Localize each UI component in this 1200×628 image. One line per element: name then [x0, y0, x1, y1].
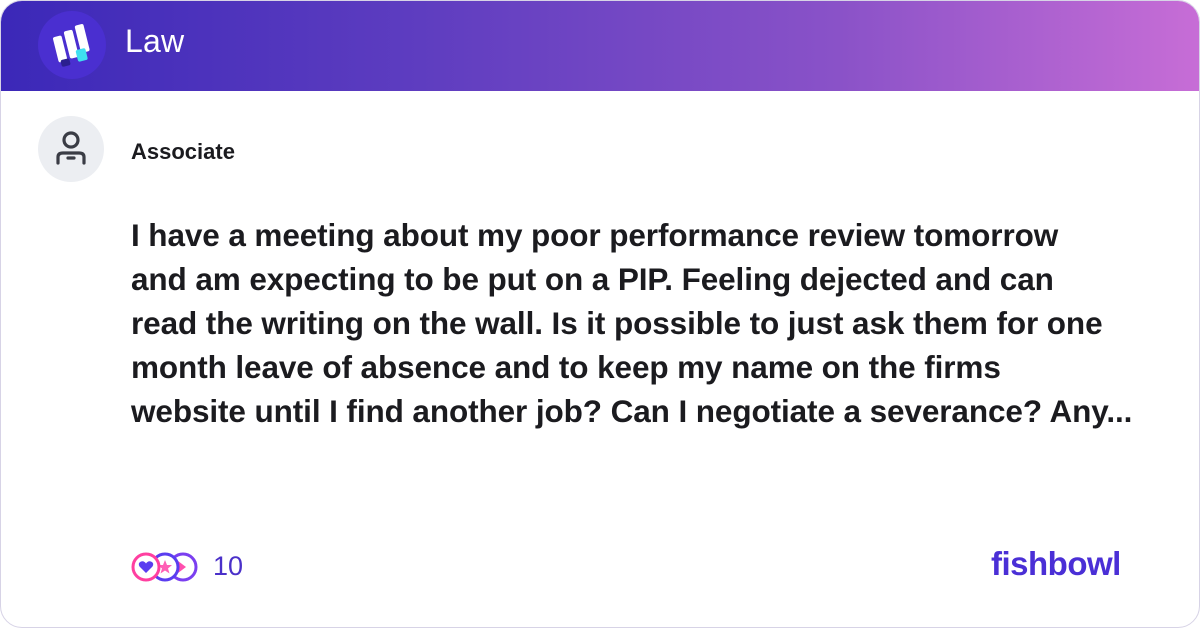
reaction-count: 10 — [213, 551, 244, 581]
post-body-line: and am expecting to be put on a PIP. Fee… — [131, 261, 1054, 297]
post-body-line: month leave of absence and to keep my na… — [131, 349, 1001, 385]
avatar[interactable] — [38, 116, 104, 182]
post-body-line: read the writing on the wall. Is it poss… — [131, 305, 1103, 341]
bowl-title[interactable]: Law — [125, 23, 184, 60]
post-card: Law Associate I have a meeting about my … — [0, 0, 1200, 628]
post-body-line: website until I find another job? Can I … — [131, 393, 1133, 429]
heart-reaction-icon — [131, 552, 161, 582]
reaction-icons — [131, 552, 198, 582]
author-name[interactable]: Associate — [131, 139, 235, 165]
bowl-header: Law — [1, 1, 1199, 91]
post-body[interactable]: I have a meeting about my poor performan… — [131, 213, 1171, 433]
fishbowl-logo[interactable]: fishbowl — [991, 545, 1121, 583]
bowl-logo-icon — [38, 11, 106, 79]
post-body-line: I have a meeting about my poor performan… — [131, 217, 1059, 253]
user-icon — [56, 131, 86, 165]
